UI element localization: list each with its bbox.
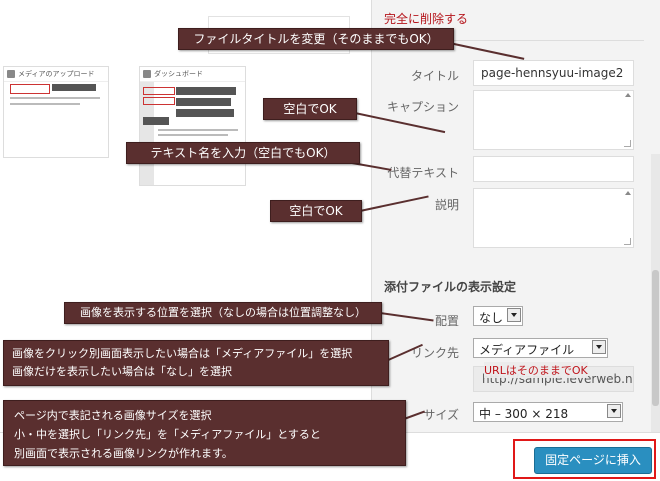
scrollbar-thumb[interactable] [652, 270, 659, 406]
mini-text-line [10, 97, 100, 99]
description-annotation: 空白でOK [270, 200, 362, 222]
attachment-thumbnail-1[interactable]: メディアのアップロード [3, 66, 109, 158]
display-settings-heading: 添付ファイルの表示設定 [384, 280, 517, 294]
align-select-value: なし [479, 311, 504, 325]
media-icon [7, 70, 15, 78]
mini-callout [52, 84, 96, 91]
title-label: タイトル [410, 69, 459, 83]
scroll-up-icon [625, 93, 631, 97]
thumb1-title: メディアのアップロード [18, 70, 95, 78]
dashboard-icon [143, 70, 151, 78]
title-annotation: ファイルタイトルを変更（そのままでもOK） [178, 28, 454, 50]
align-label: 配置 [434, 314, 459, 328]
url-annotation: URLはそのままでOK [484, 362, 588, 378]
resize-handle-icon[interactable] [624, 140, 631, 147]
align-select[interactable]: なし [473, 306, 523, 326]
link-annotation: 画像をクリック別画面表示したい場合は「メディアファイル」を選択 画像だけを表示し… [3, 340, 389, 386]
link-annotation-line2: 画像だけを表示したい場合は「なし」を選択 [12, 365, 232, 378]
resize-handle-icon[interactable] [624, 238, 631, 245]
description-textarea[interactable] [473, 188, 634, 248]
mini-text-line [158, 129, 238, 131]
mini-text-line [158, 134, 228, 136]
delete-permanently-link[interactable]: 完全に削除する [384, 10, 468, 27]
alt-text-annotation: テキスト名を入力（空白でもOK） [126, 142, 360, 164]
attachment-thumbnail-2[interactable]: ダッシュボード [139, 66, 246, 186]
insert-into-page-button[interactable]: 固定ページに挿入 [534, 447, 652, 474]
caption-label: キャプション [386, 100, 459, 114]
chevron-down-icon [607, 404, 621, 418]
size-select[interactable]: 中 – 300 × 218 [473, 402, 623, 422]
size-select-value: 中 – 300 × 218 [479, 407, 569, 421]
caption-annotation: 空白でOK [263, 98, 357, 120]
mini-callout [176, 98, 231, 106]
mini-text-line [10, 103, 80, 105]
mini-callout [176, 109, 234, 117]
link-to-select-value: メディアファイル [479, 343, 575, 357]
size-annotation-line2: 小・中を選択し「リンク先」を「メディアファイル」とすると [14, 428, 321, 441]
thumb2-title: ダッシュボード [154, 70, 203, 78]
caption-textarea[interactable] [473, 90, 634, 150]
mini-highlight [10, 84, 50, 94]
size-annotation-line3: 別画面で表示される画像リンクが作れます。 [14, 447, 233, 460]
title-field[interactable]: page-hennsyuu-image2 [473, 60, 634, 86]
alt-text-field[interactable] [473, 156, 634, 182]
link-to-select[interactable]: メディアファイル [473, 338, 608, 358]
size-annotation: ページ内で表記される画像サイズを選択 小・中を選択し「リンク先」を「メディアファ… [3, 400, 406, 466]
link-annotation-line1: 画像をクリック別画面表示したい場合は「メディアファイル」を選択 [12, 347, 353, 360]
mini-highlight [143, 87, 175, 95]
mini-callout [143, 117, 169, 125]
size-annotation-line1: ページ内で表記される画像サイズを選択 [14, 409, 212, 422]
chevron-down-icon [507, 308, 521, 322]
scroll-up-icon [625, 191, 631, 195]
align-annotation: 画像を表示する位置を選択（なしの場合は位置調整なし） [64, 302, 382, 324]
chevron-down-icon [592, 340, 606, 354]
mini-highlight [143, 97, 175, 105]
mini-callout [176, 87, 236, 95]
